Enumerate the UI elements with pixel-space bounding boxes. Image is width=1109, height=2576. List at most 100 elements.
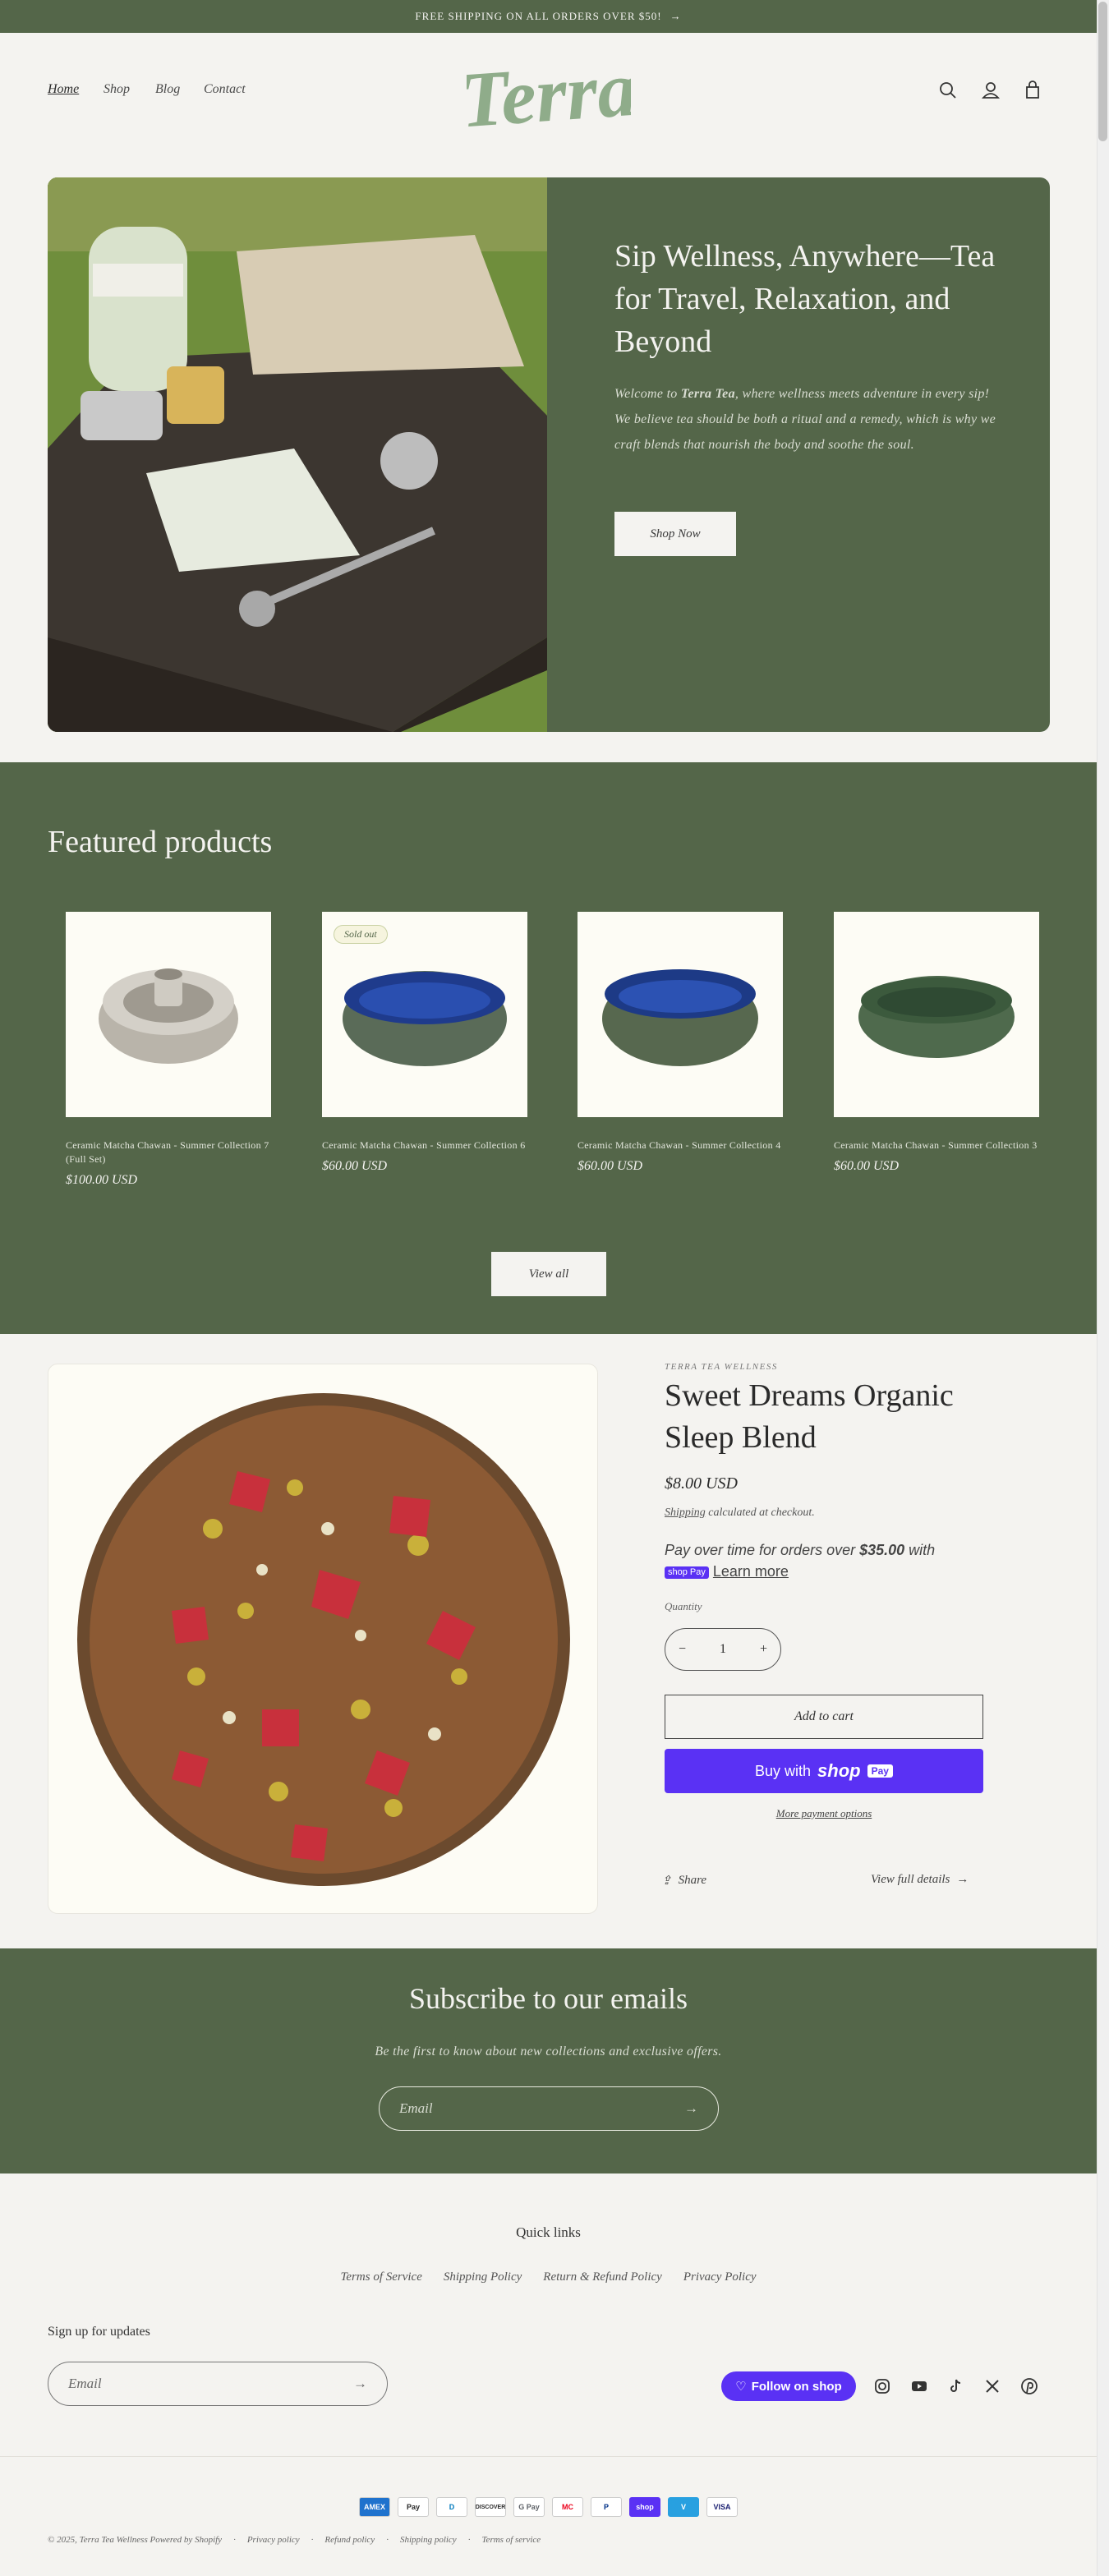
legal-terms-link[interactable]: Terms of service (481, 2535, 541, 2545)
heart-icon: ♡ (735, 2380, 747, 2394)
quick-links-title: Quick links (516, 2224, 581, 2240)
product-image[interactable] (834, 912, 1039, 1117)
email-placeholder: Email (399, 2100, 433, 2116)
arrow-right-icon[interactable]: → (353, 2376, 367, 2392)
bullet: · (386, 2535, 389, 2545)
instagram-icon[interactable] (873, 2377, 891, 2395)
arrow-right-icon[interactable]: → (684, 2100, 698, 2117)
quick-links: Terms of Service Shipping Policy Return … (0, 2270, 1097, 2284)
newsletter-section: Subscribe to our emails Be the first to … (0, 1948, 1097, 2174)
x-twitter-icon[interactable] (983, 2377, 1001, 2395)
more-payment-options-link[interactable]: More payment options (665, 1807, 983, 1820)
footer-link-privacy[interactable]: Privacy Policy (683, 2270, 757, 2284)
view-full-label: View full details (871, 1873, 950, 1886)
bullet: · (467, 2535, 471, 2545)
footer-link-shipping[interactable]: Shipping Policy (444, 2270, 522, 2284)
product-image[interactable] (66, 912, 271, 1117)
installments-amount: $35.00 (859, 1542, 905, 1558)
apple-pay-icon: Pay (398, 2497, 429, 2517)
logo[interactable]: Terra (457, 43, 639, 145)
quantity-label: Quantity (665, 1600, 702, 1612)
product-price: $60.00 USD (322, 1159, 388, 1173)
minus-icon[interactable]: − (679, 1642, 686, 1657)
product-name[interactable]: Ceramic Matcha Chawan - Summer Collectio… (578, 1138, 783, 1152)
pay-badge: Pay (867, 1764, 893, 1778)
follow-label: Follow on shop (751, 2379, 842, 2394)
view-all-button[interactable]: View all (491, 1252, 606, 1296)
amex-icon: AMEX (359, 2497, 390, 2517)
hero-text-brand: Terra Tea (680, 387, 735, 401)
paypal-icon: P (591, 2497, 622, 2517)
product-name[interactable]: Ceramic Matcha Chawan - Summer Collectio… (322, 1138, 527, 1152)
product-card[interactable]: Ceramic Matcha Chawan - Summer Collectio… (578, 912, 783, 1174)
announcement-text: FREE SHIPPING ON ALL ORDERS OVER $50! (415, 10, 662, 22)
sold-out-badge: Sold out (334, 925, 388, 944)
hero-text-start: Welcome to (614, 387, 681, 401)
share-button[interactable]: ⇪ Share (661, 1873, 706, 1888)
youtube-icon[interactable] (910, 2377, 928, 2395)
nav-home[interactable]: Home (48, 82, 79, 97)
logo-text: Terra (467, 44, 631, 141)
product-image[interactable]: Sold out (322, 912, 527, 1117)
product-main-image[interactable] (48, 1364, 598, 1914)
product-image[interactable] (578, 912, 783, 1117)
subscribe-title: Subscribe to our emails (409, 1982, 688, 2015)
shop-logo: shop (817, 1760, 861, 1781)
google-pay-icon: G Pay (513, 2497, 545, 2517)
legal-shipping-link[interactable]: Shipping policy (400, 2535, 457, 2545)
legal-privacy-link[interactable]: Privacy policy (247, 2535, 300, 2545)
footer-email-input[interactable]: Email → (48, 2362, 388, 2406)
plus-icon[interactable]: + (760, 1642, 767, 1657)
pinterest-icon[interactable] (1020, 2377, 1038, 2395)
learn-more-link[interactable]: Learn more (713, 1563, 789, 1580)
mastercard-icon: MC (552, 2497, 583, 2517)
view-full-details-link[interactable]: View full details → (871, 1873, 969, 1887)
hero-title: Sip Wellness, Anywhere—Tea for Travel, R… (614, 239, 996, 359)
product-name[interactable]: Ceramic Matcha Chawan - Summer Collectio… (834, 1138, 1039, 1152)
footer-link-terms[interactable]: Terms of Service (340, 2270, 421, 2284)
copyright-text[interactable]: © 2025, Terra Tea Wellness Powered by Sh… (48, 2535, 222, 2545)
footer-link-refund[interactable]: Return & Refund Policy (543, 2270, 662, 2284)
arrow-right-icon: → (956, 1873, 969, 1886)
newsletter-email-input[interactable]: Email → (379, 2086, 719, 2131)
shop-pay-badge: shop Pay (665, 1566, 709, 1579)
payment-icons: AMEX Pay D DISCOVER G Pay MC P shop V VI… (0, 2497, 1097, 2517)
product-price: $100.00 USD (66, 1173, 138, 1187)
scrollbar-thumb[interactable] (1098, 2, 1107, 141)
announcement-bar[interactable]: FREE SHIPPING ON ALL ORDERS OVER $50! → (0, 0, 1097, 33)
shop-now-button[interactable]: Shop Now (614, 512, 736, 556)
hero-banner: Sip Wellness, Anywhere—Tea for Travel, R… (48, 177, 1050, 732)
shipping-link[interactable]: Shipping (665, 1506, 706, 1519)
signup-title: Sign up for updates (48, 2325, 150, 2339)
search-icon[interactable] (936, 79, 959, 102)
footer-divider (0, 2456, 1097, 2457)
account-icon[interactable] (979, 79, 1002, 102)
product-card[interactable]: Ceramic Matcha Chawan - Summer Collectio… (66, 912, 271, 1188)
cart-icon[interactable] (1021, 79, 1044, 102)
bullet: · (233, 2535, 236, 2545)
share-icon: ⇪ (661, 1874, 672, 1888)
share-label: Share (678, 1874, 707, 1887)
buy-with-shop-pay-button[interactable]: Buy with shop Pay (665, 1749, 983, 1793)
visa-icon: VISA (706, 2497, 738, 2517)
nav-contact[interactable]: Contact (204, 82, 246, 97)
add-to-cart-button[interactable]: Add to cart (665, 1695, 983, 1739)
product-card[interactable]: Ceramic Matcha Chawan - Summer Collectio… (834, 912, 1039, 1174)
arrow-right-icon: → (670, 10, 682, 22)
bullet: · (311, 2535, 314, 2545)
legal-refund-link[interactable]: Refund policy (324, 2535, 375, 2545)
shop-pay-icon: shop (629, 2497, 660, 2517)
nav-shop[interactable]: Shop (104, 82, 130, 97)
product-card[interactable]: Sold out Ceramic Matcha Chawan - Summer … (322, 912, 527, 1174)
discover-icon: DISCOVER (475, 2497, 506, 2517)
shipping-note: Shipping calculated at checkout. (665, 1506, 815, 1520)
featured-products-section: Featured products Ceramic Matcha Chawan … (0, 762, 1097, 1334)
follow-on-shop-button[interactable]: ♡ Follow on shop (721, 2371, 856, 2401)
quantity-value[interactable]: 1 (720, 1642, 726, 1657)
installments-message: Pay over time for orders over $35.00 wit… (665, 1539, 993, 1582)
product-price: $8.00 USD (665, 1474, 738, 1493)
tiktok-icon[interactable] (946, 2377, 964, 2395)
nav-blog[interactable]: Blog (155, 82, 180, 97)
scrollbar[interactable] (1097, 0, 1109, 2576)
product-name[interactable]: Ceramic Matcha Chawan - Summer Collectio… (66, 1138, 271, 1166)
